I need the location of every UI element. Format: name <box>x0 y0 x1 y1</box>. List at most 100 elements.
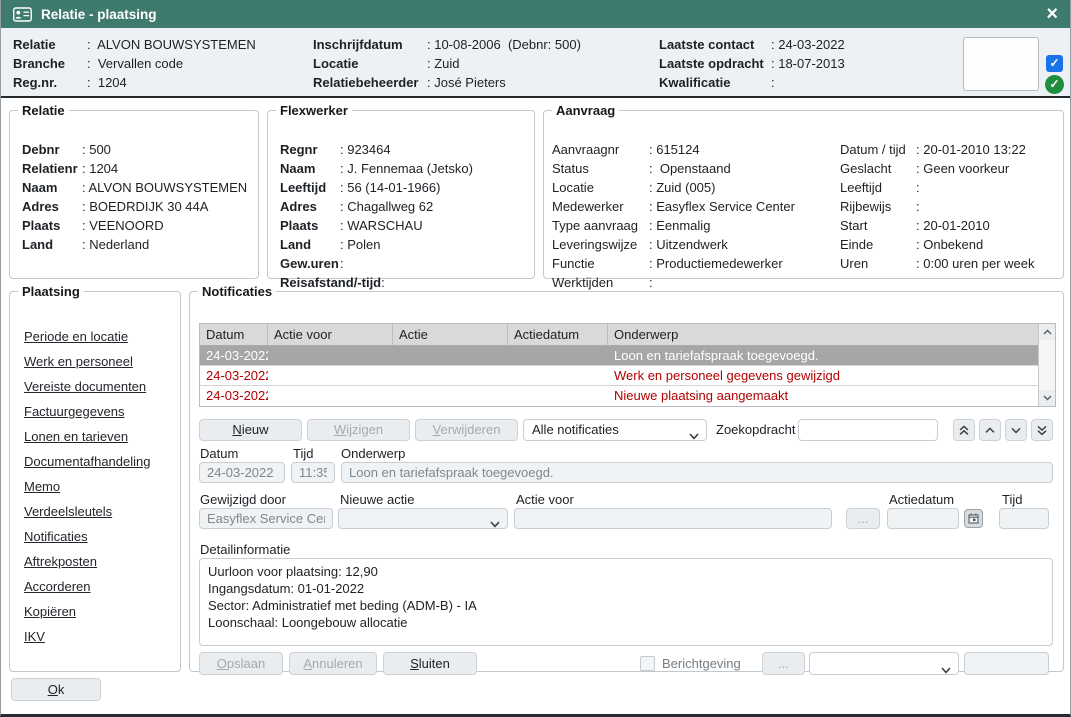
cell-onderwerp: Loon en tariefafspraak toegevoegd. <box>608 346 1038 365</box>
nav-link-ikv[interactable]: IKV <box>24 627 150 646</box>
relatie-panel: Relatie Debnr: 500 Relatienr: 1204 Naam:… <box>9 103 259 279</box>
field-label: Leeftijd <box>280 178 340 197</box>
field-label: Geslacht <box>840 159 916 178</box>
field-value: : 923464 <box>340 140 391 159</box>
aanvraag-panel: Aanvraag Aanvraagnr: 615124 Status: Open… <box>543 103 1064 279</box>
photo-placeholder <box>963 37 1039 91</box>
next-result-button[interactable] <box>1005 419 1027 441</box>
gewijzigd-door-input <box>199 508 333 529</box>
berichtgeving-checkbox <box>640 656 655 671</box>
field-label: Land <box>22 235 82 254</box>
nieuwe-actie-select <box>338 508 508 529</box>
field-label: Adres <box>22 197 82 216</box>
cell-actie-voor <box>268 366 393 385</box>
cell-actiedatum <box>508 346 608 365</box>
nav-link-verdeelsleutels[interactable]: Verdeelsleutels <box>24 502 150 521</box>
header-col-relatie: Relatie: ALVON BOUWSYSTEMEN Branche: Ver… <box>13 35 313 92</box>
berichtgeving-select[interactable] <box>809 652 959 675</box>
header-label: Laatste contact <box>659 35 771 54</box>
field-value: : Openstaand <box>649 159 731 178</box>
field-value: : <box>916 197 920 216</box>
close-icon[interactable]: × <box>1046 3 1058 25</box>
cell-actiedatum <box>508 386 608 406</box>
nav-link-werk-en-personeel[interactable]: Werk en personeel <box>24 352 150 371</box>
field-label: Medewerker <box>552 197 649 216</box>
cell-datum: 24-03-2022 <box>200 366 268 385</box>
nav-link-lonen-en-tarieven[interactable]: Lonen en tarieven <box>24 427 150 446</box>
field-label: Naam <box>22 178 82 197</box>
notifications-table: Datum Actie voor Actie Actiedatum Onderw… <box>199 323 1056 407</box>
last-result-button[interactable] <box>1031 419 1053 441</box>
field-label: Gew.uren <box>280 254 340 273</box>
nav-link-notificaties[interactable]: Notificaties <box>24 527 150 546</box>
header-value: : ALVON BOUWSYSTEMEN <box>87 35 256 54</box>
scroll-up-icon[interactable] <box>1039 324 1055 340</box>
chevron-down-icon <box>941 662 951 675</box>
datum-label: Datum <box>200 447 238 461</box>
field-label: Datum / tijd <box>840 140 916 159</box>
aanvraag-right-col: Datum / tijd: 20-01-2010 13:22 Geslacht:… <box>840 140 1057 292</box>
scroll-down-icon[interactable] <box>1039 390 1055 406</box>
cell-actie-voor <box>268 346 393 365</box>
ok-button[interactable]: Ok <box>11 678 101 701</box>
column-header-actiedatum: Actiedatum <box>508 324 608 345</box>
field-value: : Easyflex Service Center <box>649 197 795 216</box>
field-value: : Polen <box>340 235 380 254</box>
cell-actie <box>393 386 508 406</box>
table-row[interactable]: 24-03-2022 Werk en personeel gegevens ge… <box>200 366 1038 386</box>
column-header-actie: Actie <box>393 324 508 345</box>
field-label: Type aanvraag <box>552 216 649 235</box>
nav-link-vereiste-documenten[interactable]: Vereiste documenten <box>24 377 150 396</box>
field-label: Aanvraagnr <box>552 140 649 159</box>
field-value: : <box>340 254 344 273</box>
field-label: Relatienr <box>22 159 82 178</box>
header-summary: Relatie: ALVON BOUWSYSTEMEN Branche: Ver… <box>1 28 1070 98</box>
field-value: : BOEDRDIJK 30 44A <box>82 197 208 216</box>
window-title: Relatie - plaatsing <box>41 7 157 22</box>
field-label: Status <box>552 159 649 178</box>
column-header-actie-voor: Actie voor <box>268 324 393 345</box>
field-value: : Chagallweg 62 <box>340 197 433 216</box>
field-value: : Productiemedewerker <box>649 254 783 273</box>
sluiten-button[interactable]: Sluiten <box>383 652 477 675</box>
search-input[interactable] <box>798 419 938 441</box>
actie-voor-browse-button: ... <box>846 508 880 529</box>
field-value: : 0:00 uren per week <box>916 254 1035 273</box>
field-value: : Onbekend <box>916 235 983 254</box>
table-scrollbar[interactable] <box>1038 324 1055 406</box>
checked-checkbox-icon[interactable]: ✓ <box>1046 55 1063 72</box>
header-col-contact: Laatste contact: 24-03-2022 Laatste opdr… <box>659 35 919 92</box>
cell-actiedatum <box>508 366 608 385</box>
nav-link-periode-en-locatie[interactable]: Periode en locatie <box>24 327 150 346</box>
header-value: : 10-08-2006 (Debnr: 500) <box>427 35 581 54</box>
first-result-button[interactable] <box>953 419 975 441</box>
field-value: : VEENOORD <box>82 216 164 235</box>
detailinformatie-textarea: Uurloon voor plaatsing: 12,90 Ingangsdat… <box>199 558 1053 646</box>
field-label: Uren <box>840 254 916 273</box>
nieuw-button[interactable]: Nieuw <box>199 419 302 441</box>
table-row[interactable]: 24-03-2022 Loon en tariefafspraak toegev… <box>200 346 1038 366</box>
nav-link-accorderen[interactable]: Accorderen <box>24 577 150 596</box>
previous-result-button[interactable] <box>979 419 1001 441</box>
field-label: Locatie <box>552 178 649 197</box>
opslaan-button: Opslaan <box>199 652 283 675</box>
cell-onderwerp: Werk en personeel gegevens gewijzigd <box>608 366 1038 385</box>
nav-link-aftrekposten[interactable]: Aftrekposten <box>24 552 150 571</box>
header-value: : 24-03-2022 <box>771 35 845 54</box>
field-label: Einde <box>840 235 916 254</box>
nav-link-kopieren[interactable]: Kopiëren <box>24 602 150 621</box>
column-header-onderwerp: Onderwerp <box>608 324 1038 345</box>
zoekopdracht-label: Zoekopdracht <box>716 423 796 437</box>
nav-link-factuurgegevens[interactable]: Factuurgegevens <box>24 402 150 421</box>
field-value: : Nederland <box>82 235 149 254</box>
field-value: : WARSCHAU <box>340 216 423 235</box>
tijd-2-label: Tijd <box>1002 493 1022 507</box>
nav-link-memo[interactable]: Memo <box>24 477 150 496</box>
berichtgeving-browse-button: ... <box>762 652 805 675</box>
notification-filter-select[interactable]: Alle notificaties <box>523 419 707 441</box>
cell-datum: 24-03-2022 <box>200 386 268 406</box>
relatie-plaatsing-window: Relatie - plaatsing × Relatie: ALVON BOU… <box>0 0 1071 717</box>
table-row[interactable]: 24-03-2022 Nieuwe plaatsing aangemaakt <box>200 386 1038 406</box>
nav-link-documentafhandeling[interactable]: Documentafhandeling <box>24 452 150 471</box>
plaatsing-legend: Plaatsing <box>18 284 84 299</box>
